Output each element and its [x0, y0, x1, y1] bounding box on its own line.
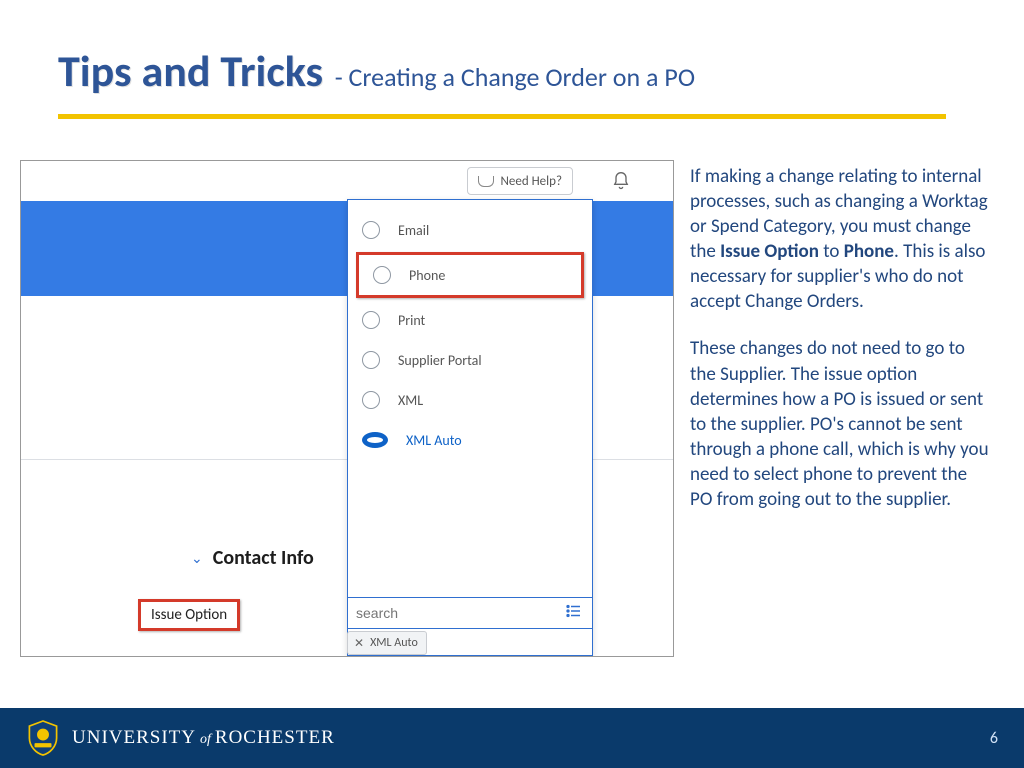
contact-info-heading[interactable]: ⌄ Contact Info	[191, 546, 314, 570]
search-input[interactable]	[348, 605, 562, 621]
option-phone[interactable]: Phone	[356, 252, 584, 298]
issue-option-dropdown[interactable]: Email Phone Print Supplier Portal XML XM…	[347, 199, 593, 656]
option-xml[interactable]: XML	[348, 380, 592, 420]
paragraph-2: These changes do not need to go to the S…	[690, 336, 990, 512]
issue-option-label: Issue Option	[138, 599, 240, 631]
issue-option-search[interactable]	[347, 597, 593, 629]
radio-icon	[362, 311, 380, 329]
contact-info-label: Contact Info	[213, 546, 314, 570]
list-icon[interactable]	[562, 602, 592, 625]
option-label: Phone	[409, 267, 445, 284]
option-label: Email	[398, 222, 429, 239]
screenshot-topbar: Need Help?	[21, 161, 673, 201]
page-number: 6	[990, 729, 998, 748]
close-icon[interactable]: ✕	[354, 636, 364, 651]
radio-icon	[362, 221, 380, 239]
radio-icon	[362, 391, 380, 409]
paragraph-1: If making a change relating to internal …	[690, 164, 990, 314]
chip-label: XML Auto	[370, 636, 418, 650]
slide-footer: UNIVERSITYofROCHESTER 6	[0, 708, 1024, 768]
option-label: Supplier Portal	[398, 352, 482, 369]
option-label: Print	[398, 312, 425, 329]
option-email[interactable]: Email	[348, 210, 592, 250]
title-sub: - Creating a Change Order on a PO	[335, 61, 695, 93]
notification-bell-icon[interactable]	[611, 171, 631, 196]
radio-icon	[362, 432, 388, 448]
explanatory-text: If making a change relating to internal …	[690, 164, 990, 534]
help-icon	[478, 176, 494, 187]
chevron-down-icon: ⌄	[191, 550, 203, 567]
screenshot-frame: Need Help? Email Phone Print Supplier Po…	[20, 160, 674, 657]
option-xml-auto[interactable]: XML Auto	[348, 420, 592, 460]
selected-chip-xml-auto[interactable]: ✕ XML Auto	[347, 631, 427, 655]
issue-option-text: Issue Option	[151, 606, 227, 624]
option-label: XML	[398, 392, 423, 409]
radio-icon	[373, 266, 391, 284]
option-print[interactable]: Print	[348, 300, 592, 340]
need-help-label: Need Help?	[500, 174, 562, 189]
university-seal-icon	[26, 719, 60, 757]
option-supplier-portal[interactable]: Supplier Portal	[348, 340, 592, 380]
radio-icon	[362, 351, 380, 369]
option-label: XML Auto	[406, 432, 462, 449]
title-main: Tips and Tricks	[58, 44, 323, 98]
slide-title: Tips and Tricks - Creating a Change Orde…	[58, 44, 946, 98]
title-rule	[58, 114, 946, 119]
university-name: UNIVERSITYofROCHESTER	[72, 727, 335, 749]
need-help-button[interactable]: Need Help?	[467, 167, 573, 195]
